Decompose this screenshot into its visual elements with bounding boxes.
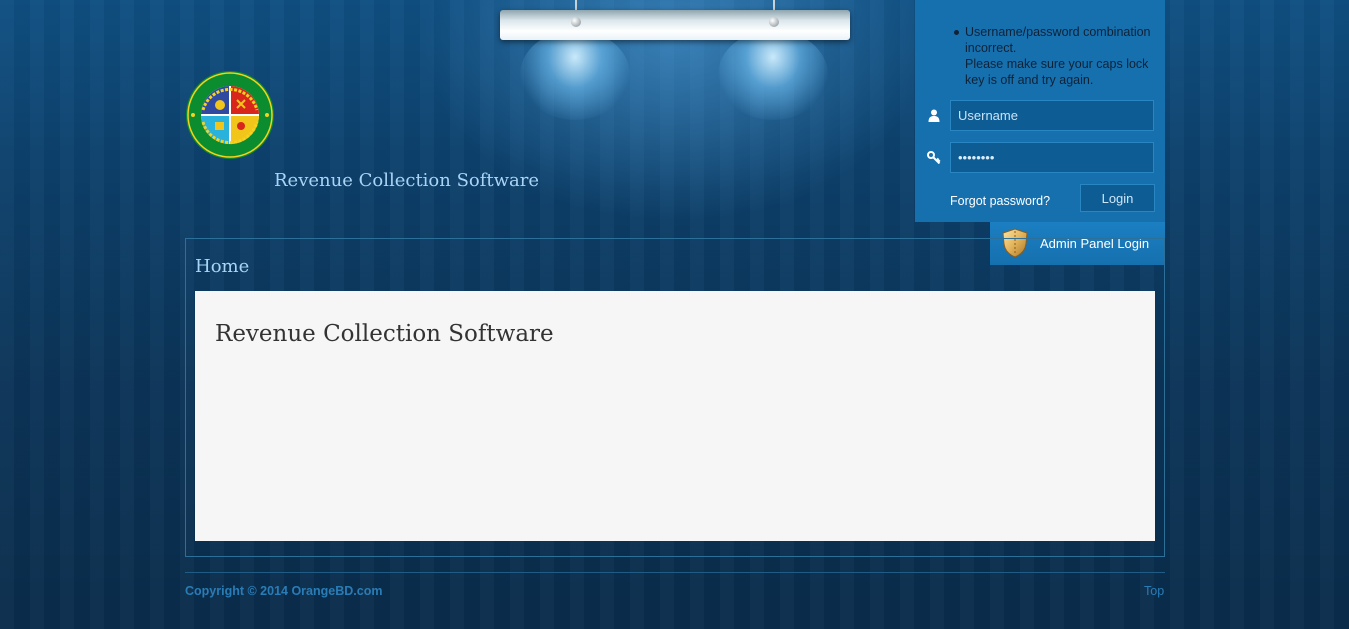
- key-icon: [927, 150, 941, 164]
- footer-divider: [185, 572, 1165, 573]
- content-frame: Home Revenue Collection Software: [185, 238, 1165, 557]
- content-title: Revenue Collection Software: [215, 321, 554, 347]
- cantonment-board-logo: [185, 70, 275, 160]
- back-to-top-link[interactable]: Top: [1144, 584, 1164, 598]
- lamp-knob-left: [571, 17, 581, 27]
- lamp-knob-right: [769, 17, 779, 27]
- spotlight-glow-left: [520, 30, 630, 120]
- spotlight-glow-right: [718, 30, 828, 120]
- forgot-password-link[interactable]: Forgot password?: [950, 194, 1050, 208]
- user-icon: [927, 108, 941, 122]
- login-error-list: Username/password combination incorrect.…: [951, 24, 1151, 88]
- login-panel: Username/password combination incorrect.…: [915, 0, 1165, 222]
- login-button[interactable]: Login: [1080, 184, 1155, 212]
- copyright-text: Copyright © 2014 OrangeBD.com: [185, 584, 383, 598]
- username-input[interactable]: [950, 100, 1154, 131]
- page-heading: Home: [195, 256, 250, 277]
- password-input[interactable]: [950, 142, 1154, 173]
- lamp-bar: [500, 10, 850, 40]
- content-box: Revenue Collection Software: [195, 291, 1155, 541]
- login-error-line-1: Username/password combination incorrect.: [965, 25, 1151, 55]
- login-error-message: Username/password combination incorrect.…: [951, 24, 1151, 88]
- login-error-line-2: Please make sure your caps lock key is o…: [965, 57, 1149, 87]
- site-title: Revenue Collection Software: [274, 170, 540, 191]
